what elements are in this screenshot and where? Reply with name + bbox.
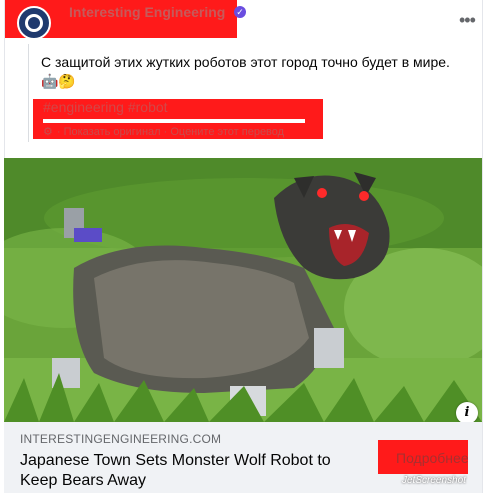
post-text: С защитой этих жутких роботов этот город… — [41, 54, 450, 70]
shared-post-rule — [28, 44, 29, 142]
hashtags[interactable]: #engineering #robot — [43, 99, 168, 115]
post-emoji: 🤖🤔 — [41, 73, 76, 89]
watermark: JetScreenshot — [402, 475, 466, 486]
link-title[interactable]: Japanese Town Sets Monster Wolf Robot to… — [20, 451, 360, 491]
ellipsis-icon[interactable]: ••• — [459, 10, 476, 31]
link-domain: INTERESTINGENGINEERING.COM — [20, 432, 222, 446]
hashtags-underline — [43, 119, 305, 123]
link-preview[interactable]: INTERESTINGENGINEERING.COM Japanese Town… — [4, 422, 482, 493]
author-name[interactable]: Interesting Engineering — [69, 4, 225, 20]
avatar[interactable] — [17, 6, 51, 40]
post-header: Interesting Engineering ✓ ••• — [5, 0, 483, 44]
translation-links[interactable]: · Показать оригинал · Оцените этот перев… — [57, 126, 284, 138]
check-badge-icon: ✓ — [234, 6, 246, 18]
learn-more-button[interactable]: Подробнее — [396, 450, 469, 466]
wolf-robot-photo — [4, 158, 482, 422]
translation-line[interactable]: ⚙ · Показать оригинал · Оцените этот пере… — [43, 125, 284, 138]
post-image[interactable] — [4, 158, 482, 422]
info-icon[interactable]: i — [456, 402, 478, 424]
gear-icon: ⚙ — [43, 126, 53, 138]
